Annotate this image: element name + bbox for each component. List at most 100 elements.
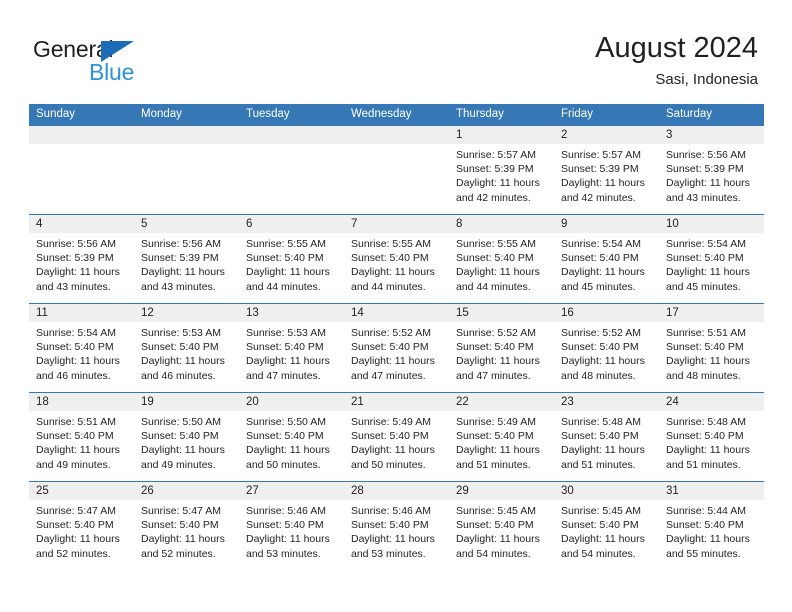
daylight-text-line2: and 50 minutes. [351,458,426,471]
week-row: 11 Sunrise: 5:54 AM Sunset: 5:40 PM Dayl… [29,303,764,392]
day-number: 13 [239,304,344,322]
sunrise-text: Sunrise: 5:46 AM [246,505,326,517]
day-cell[interactable]: 3 Sunrise: 5:56 AM Sunset: 5:39 PM Dayli… [659,126,764,214]
day-details: Sunrise: 5:52 AM Sunset: 5:40 PM Dayligh… [449,322,554,383]
day-cell[interactable]: 6 Sunrise: 5:55 AM Sunset: 5:40 PM Dayli… [239,215,344,303]
day-cell[interactable]: 1 Sunrise: 5:57 AM Sunset: 5:39 PM Dayli… [449,126,554,214]
daylight-text-line1: Daylight: 11 hours [351,533,435,546]
sunset-text: Sunset: 5:39 PM [141,252,219,265]
calendar-grid: Sunday Monday Tuesday Wednesday Thursday… [29,104,764,570]
daylight-text-line1: Daylight: 11 hours [561,177,645,190]
weekday-tuesday: Tuesday [246,108,290,120]
day-cell[interactable]: 23 Sunrise: 5:48 AM Sunset: 5:40 PM Dayl… [554,393,659,481]
day-cell[interactable]: 10 Sunrise: 5:54 AM Sunset: 5:40 PM Dayl… [659,215,764,303]
day-cell[interactable]: 2 Sunrise: 5:57 AM Sunset: 5:39 PM Dayli… [554,126,659,214]
day-details: Sunrise: 5:57 AM Sunset: 5:39 PM Dayligh… [449,144,554,205]
day-cell[interactable]: 26 Sunrise: 5:47 AM Sunset: 5:40 PM Dayl… [134,482,239,570]
daylight-text-line1: Daylight: 11 hours [666,355,750,368]
sunrise-text: Sunrise: 5:56 AM [141,238,221,250]
sunrise-text: Sunrise: 5:54 AM [36,327,116,339]
day-number: 7 [344,215,449,233]
daylight-text-line2: and 46 minutes. [36,369,111,382]
day-cell[interactable]: 30 Sunrise: 5:45 AM Sunset: 5:40 PM Dayl… [554,482,659,570]
sunset-text: Sunset: 5:40 PM [246,430,324,443]
day-cell[interactable]: 14 Sunrise: 5:52 AM Sunset: 5:40 PM Dayl… [344,304,449,392]
day-number: 25 [29,482,134,500]
sunrise-text: Sunrise: 5:55 AM [456,238,536,250]
day-number: 19 [134,393,239,411]
day-details: Sunrise: 5:55 AM Sunset: 5:40 PM Dayligh… [449,233,554,294]
weekday-monday: Monday [141,108,182,120]
sunrise-text: Sunrise: 5:52 AM [351,327,431,339]
day-number: 30 [554,482,659,500]
day-cell[interactable]: 5 Sunrise: 5:56 AM Sunset: 5:39 PM Dayli… [134,215,239,303]
daylight-text-line2: and 42 minutes. [561,191,636,204]
day-cell[interactable] [29,126,134,214]
day-cell[interactable]: 22 Sunrise: 5:49 AM Sunset: 5:40 PM Dayl… [449,393,554,481]
daylight-text-line2: and 49 minutes. [141,458,216,471]
brand-logo[interactable]: General Blue [33,36,233,92]
day-cell[interactable]: 28 Sunrise: 5:46 AM Sunset: 5:40 PM Dayl… [344,482,449,570]
day-details: Sunrise: 5:52 AM Sunset: 5:40 PM Dayligh… [554,322,659,383]
day-number: 9 [554,215,659,233]
daylight-text-line1: Daylight: 11 hours [456,444,540,457]
day-details: Sunrise: 5:47 AM Sunset: 5:40 PM Dayligh… [134,500,239,561]
day-cell[interactable]: 20 Sunrise: 5:50 AM Sunset: 5:40 PM Dayl… [239,393,344,481]
day-cell[interactable]: 31 Sunrise: 5:44 AM Sunset: 5:40 PM Dayl… [659,482,764,570]
sunset-text: Sunset: 5:40 PM [141,341,219,354]
day-cell[interactable]: 17 Sunrise: 5:51 AM Sunset: 5:40 PM Dayl… [659,304,764,392]
day-number: 12 [134,304,239,322]
day-details: Sunrise: 5:48 AM Sunset: 5:40 PM Dayligh… [659,411,764,472]
sunrise-text: Sunrise: 5:53 AM [246,327,326,339]
day-number: 31 [659,482,764,500]
day-cell[interactable]: 13 Sunrise: 5:53 AM Sunset: 5:40 PM Dayl… [239,304,344,392]
day-number [29,126,134,144]
daylight-text-line2: and 54 minutes. [456,547,531,560]
day-cell[interactable]: 12 Sunrise: 5:53 AM Sunset: 5:40 PM Dayl… [134,304,239,392]
day-cell[interactable]: 9 Sunrise: 5:54 AM Sunset: 5:40 PM Dayli… [554,215,659,303]
day-number: 23 [554,393,659,411]
day-cell[interactable]: 21 Sunrise: 5:49 AM Sunset: 5:40 PM Dayl… [344,393,449,481]
sunrise-text: Sunrise: 5:49 AM [351,416,431,428]
day-cell[interactable]: 24 Sunrise: 5:48 AM Sunset: 5:40 PM Dayl… [659,393,764,481]
sunset-text: Sunset: 5:40 PM [456,341,534,354]
day-cell[interactable]: 7 Sunrise: 5:55 AM Sunset: 5:40 PM Dayli… [344,215,449,303]
day-details: Sunrise: 5:52 AM Sunset: 5:40 PM Dayligh… [344,322,449,383]
daylight-text-line1: Daylight: 11 hours [561,444,645,457]
sunrise-text: Sunrise: 5:45 AM [456,505,536,517]
day-cell[interactable]: 29 Sunrise: 5:45 AM Sunset: 5:40 PM Dayl… [449,482,554,570]
weekday-sunday: Sunday [36,108,76,120]
daylight-text-line2: and 45 minutes. [666,280,741,293]
sunrise-text: Sunrise: 5:57 AM [561,149,641,161]
day-details: Sunrise: 5:49 AM Sunset: 5:40 PM Dayligh… [449,411,554,472]
daylight-text-line2: and 47 minutes. [456,369,531,382]
daylight-text-line2: and 46 minutes. [141,369,216,382]
day-number: 22 [449,393,554,411]
day-number: 4 [29,215,134,233]
sunset-text: Sunset: 5:40 PM [666,341,744,354]
sunset-text: Sunset: 5:40 PM [561,430,639,443]
day-cell[interactable]: 15 Sunrise: 5:52 AM Sunset: 5:40 PM Dayl… [449,304,554,392]
day-cell[interactable]: 27 Sunrise: 5:46 AM Sunset: 5:40 PM Dayl… [239,482,344,570]
day-cell[interactable]: 18 Sunrise: 5:51 AM Sunset: 5:40 PM Dayl… [29,393,134,481]
day-cell[interactable] [134,126,239,214]
day-cell[interactable]: 11 Sunrise: 5:54 AM Sunset: 5:40 PM Dayl… [29,304,134,392]
day-number: 26 [134,482,239,500]
day-cell[interactable]: 25 Sunrise: 5:47 AM Sunset: 5:40 PM Dayl… [29,482,134,570]
day-cell[interactable]: 19 Sunrise: 5:50 AM Sunset: 5:40 PM Dayl… [134,393,239,481]
day-details: Sunrise: 5:50 AM Sunset: 5:40 PM Dayligh… [239,411,344,472]
daylight-text-line1: Daylight: 11 hours [561,266,645,279]
day-details: Sunrise: 5:49 AM Sunset: 5:40 PM Dayligh… [344,411,449,472]
sunrise-text: Sunrise: 5:47 AM [36,505,116,517]
day-details: Sunrise: 5:46 AM Sunset: 5:40 PM Dayligh… [239,500,344,561]
day-details: Sunrise: 5:55 AM Sunset: 5:40 PM Dayligh… [344,233,449,294]
day-cell[interactable]: 16 Sunrise: 5:52 AM Sunset: 5:40 PM Dayl… [554,304,659,392]
day-cell[interactable] [344,126,449,214]
day-cell[interactable]: 8 Sunrise: 5:55 AM Sunset: 5:40 PM Dayli… [449,215,554,303]
day-cell[interactable] [239,126,344,214]
day-number: 1 [449,126,554,144]
day-cell[interactable]: 4 Sunrise: 5:56 AM Sunset: 5:39 PM Dayli… [29,215,134,303]
daylight-text-line1: Daylight: 11 hours [36,533,120,546]
daylight-text-line2: and 49 minutes. [36,458,111,471]
week-row: 25 Sunrise: 5:47 AM Sunset: 5:40 PM Dayl… [29,481,764,570]
